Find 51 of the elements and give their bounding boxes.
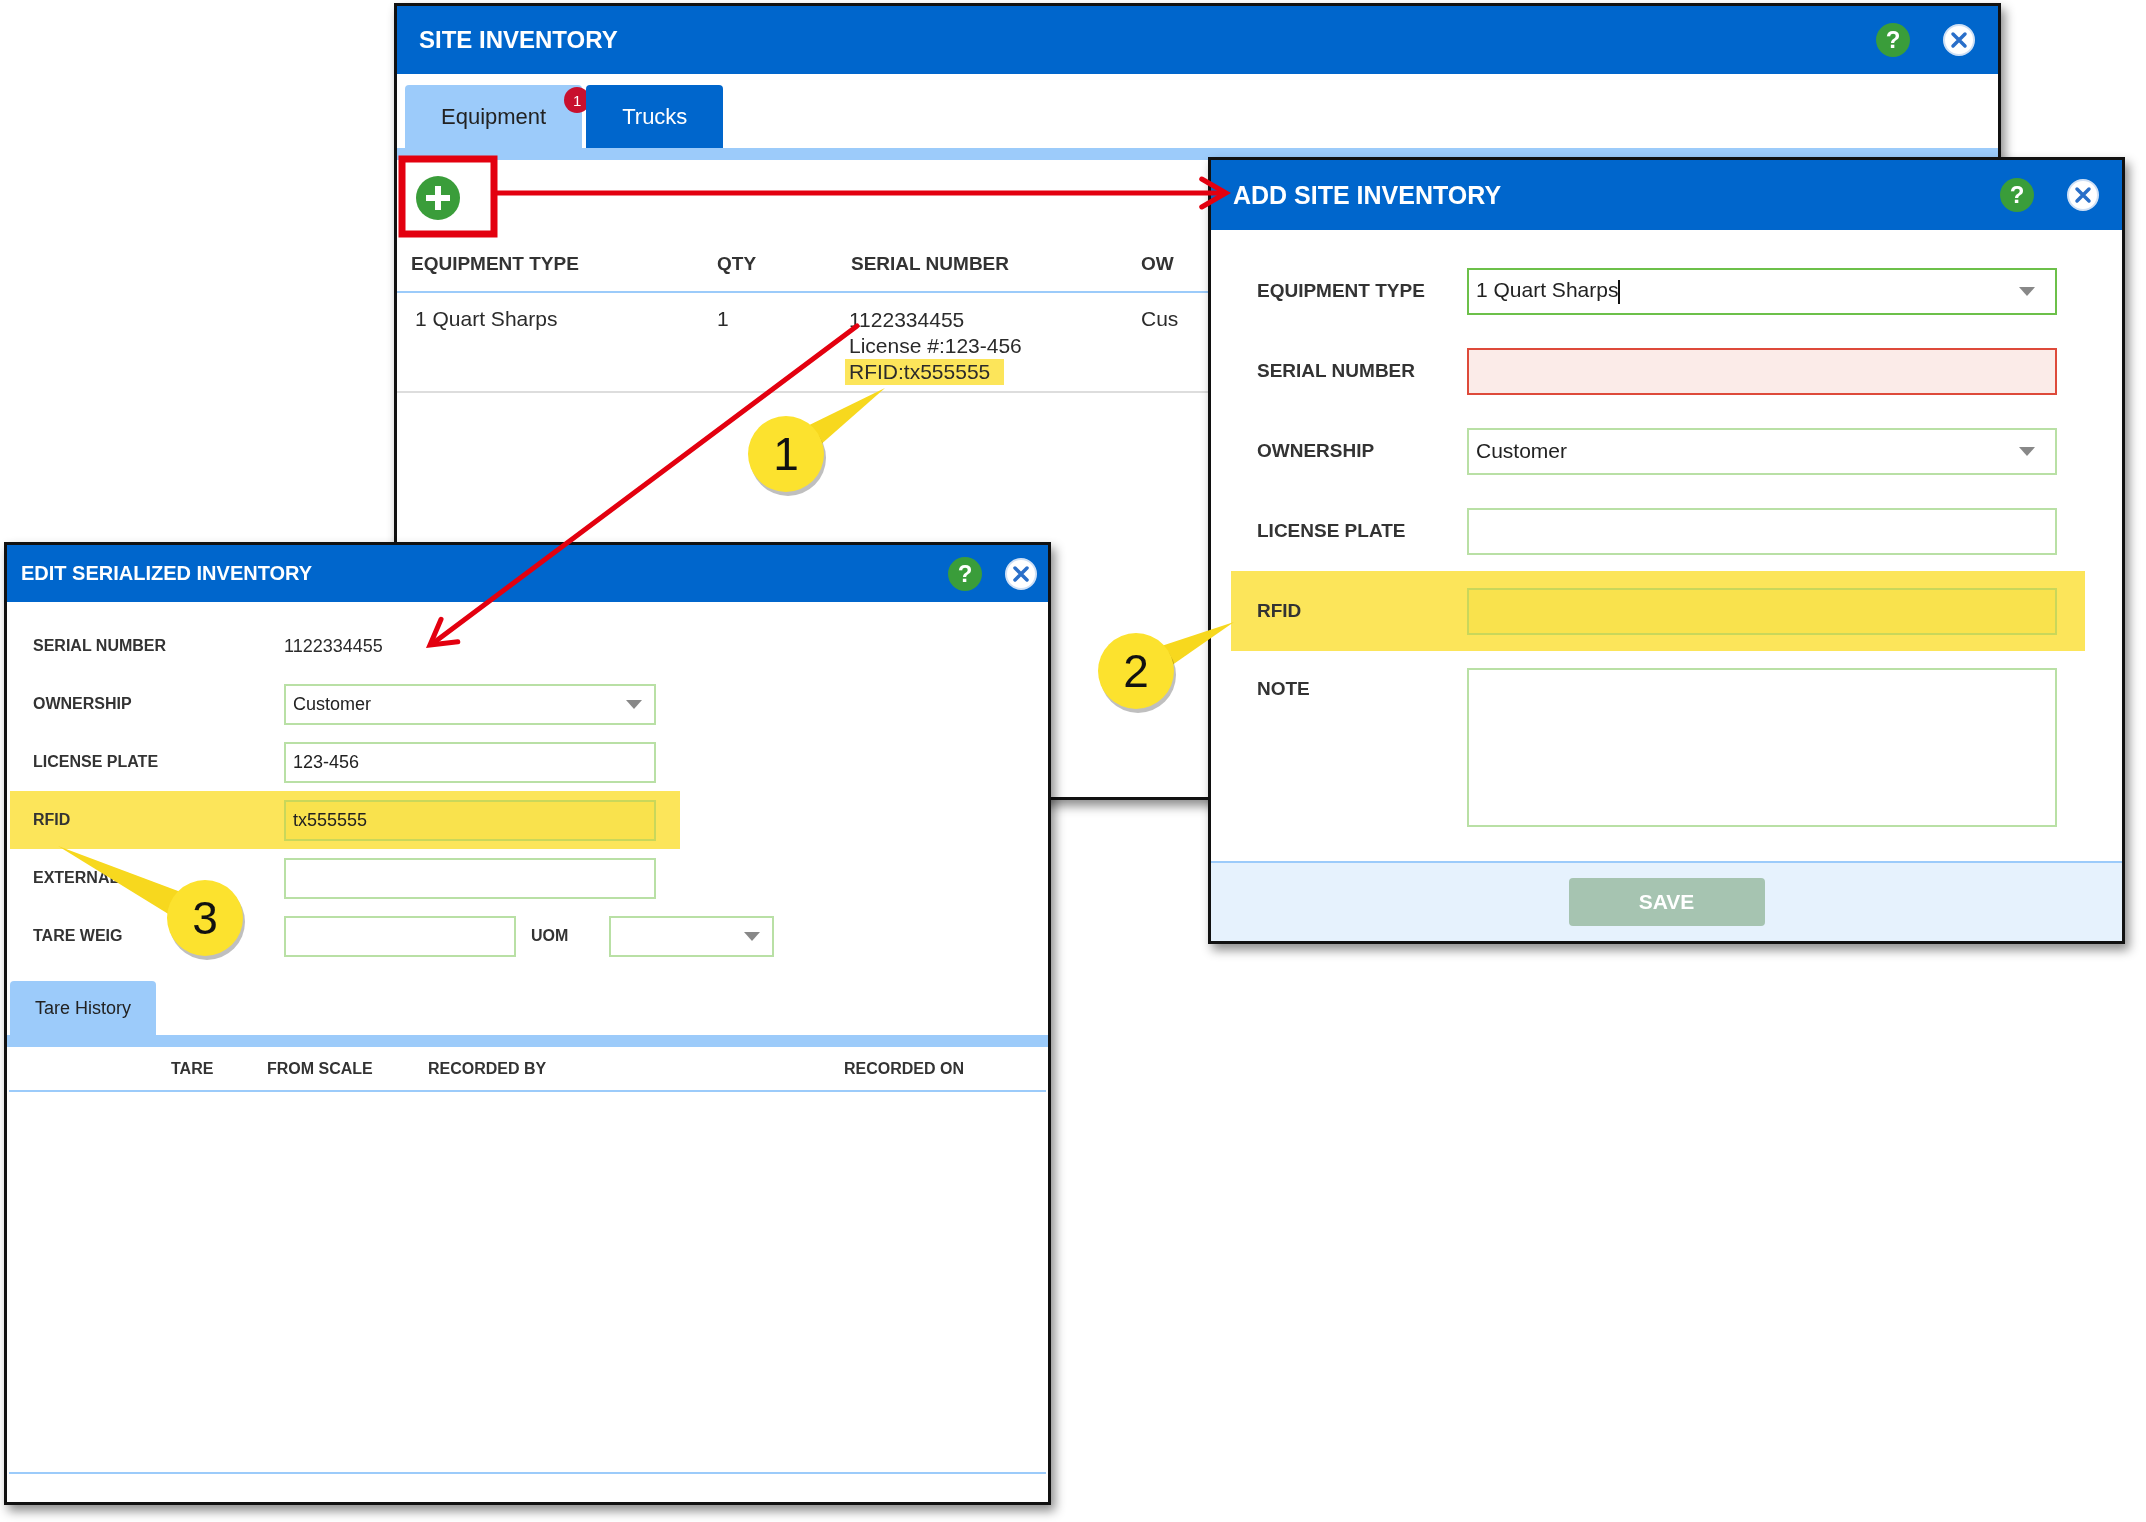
field-value: 1122334455 xyxy=(284,635,383,657)
column-header: RECORDED BY xyxy=(428,1059,547,1077)
field-label: EQUIPMENT TYPE xyxy=(1257,280,1426,302)
table-cell: Cus xyxy=(1141,307,1179,330)
caret-icon xyxy=(2019,286,2035,296)
field-label: TARE WEIG xyxy=(33,927,124,945)
table-cell: 1 Quart Sharps xyxy=(415,307,558,330)
column-header: OW xyxy=(1141,252,1174,274)
column-header: TARE xyxy=(171,1059,214,1077)
close-icon[interactable] xyxy=(2066,178,2100,212)
dropdown-field[interactable]: Customer xyxy=(284,683,656,725)
field-label: SERIAL NUMBER xyxy=(33,637,168,655)
column-header: EQUIPMENT TYPE xyxy=(411,252,579,274)
field-label: NOTE xyxy=(1257,677,1311,700)
dialog-title: ADD SITE INVENTORY xyxy=(1233,180,1502,210)
column-header: QTY xyxy=(717,252,757,274)
field-label: SERIAL NUMBER xyxy=(1257,360,1416,382)
text-cursor xyxy=(1618,279,1621,304)
column-header: FROM SCALE xyxy=(267,1059,373,1077)
text-field[interactable] xyxy=(1467,347,2057,395)
field-label: RFID xyxy=(1257,600,1303,622)
caret-icon xyxy=(626,699,642,709)
field-label: LICENSE PLATE xyxy=(1257,520,1407,542)
text-field[interactable]: tx555555 xyxy=(284,799,656,841)
column-header: SERIAL NUMBER xyxy=(851,252,1009,274)
dropdown-field[interactable]: 1 Quart Sharps xyxy=(1467,267,2057,315)
dialog-title: EDIT SERIALIZED INVENTORY xyxy=(21,562,313,585)
table-cell: 1 xyxy=(717,307,729,330)
dropdown-field[interactable] xyxy=(609,915,774,957)
window-title: SITE INVENTORY xyxy=(419,26,618,54)
caret-icon xyxy=(744,931,760,941)
dropdown-field[interactable]: Customer xyxy=(1467,427,2057,475)
tab[interactable]: Tare History xyxy=(10,981,157,1035)
text-field[interactable]: 123-456 xyxy=(284,741,656,783)
serial-detail: License #:123-456 xyxy=(848,333,1022,359)
add-icon[interactable] xyxy=(415,175,461,221)
field-label: OWNERSHIP xyxy=(33,695,133,713)
caret-icon xyxy=(2019,446,2035,456)
column-header: RECORDED ON xyxy=(844,1059,964,1077)
text-field[interactable] xyxy=(1467,587,2057,635)
tab[interactable]: Trucks xyxy=(586,85,724,148)
field-label: UOM xyxy=(530,927,570,945)
note-field[interactable] xyxy=(1467,668,2057,827)
field-label: RFID xyxy=(33,811,72,829)
serial-detail: RFID:tx555555 xyxy=(845,359,1005,385)
tab[interactable]: Equipment 1 xyxy=(405,85,583,148)
close-icon[interactable] xyxy=(1004,556,1038,591)
field-label: OWNERSHIP xyxy=(1257,440,1376,462)
close-icon[interactable] xyxy=(1942,23,1976,57)
serial-detail: 1122334455 xyxy=(848,307,965,333)
field-label: LICENSE PLATE xyxy=(33,753,160,771)
